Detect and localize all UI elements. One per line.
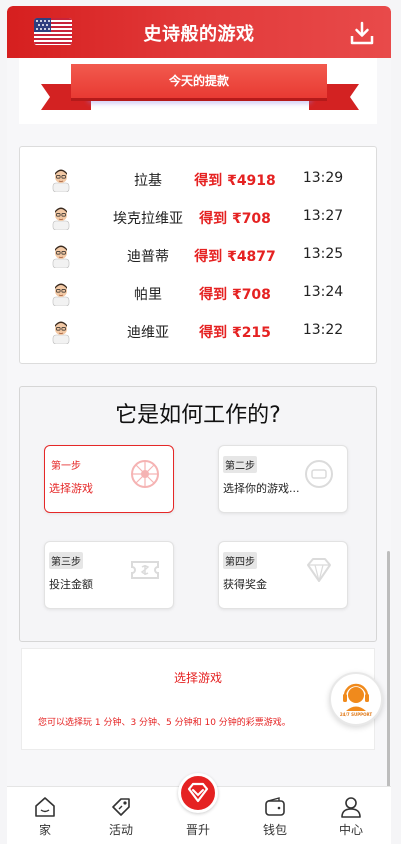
game-description: 选择游戏 您可以选择玩 1 分钟、3 分钟、5 分钟和 10 分钟的彩票游戏。 xyxy=(21,648,375,750)
avatar xyxy=(52,207,70,230)
list-item: 迪维亚 得到 ₹215 13:22 xyxy=(20,313,378,351)
step-3-card[interactable]: 第三步 投注金额 xyxy=(44,541,174,609)
withdraw-amount: 得到 ₹4918 xyxy=(194,173,276,189)
support-button[interactable]: 24/7 SUPPORT xyxy=(329,672,383,726)
step-label: 选择游戏 xyxy=(49,482,93,495)
page-title: 史诗般的游戏 xyxy=(143,24,255,45)
tab-label: 中心 xyxy=(338,823,363,837)
step-label: 投注金额 xyxy=(49,578,93,591)
support-label: 24/7 SUPPORT xyxy=(339,712,373,717)
list-item: 埃克拉维亚 得到 ₹708 13:27 xyxy=(20,199,378,237)
tab-wallet[interactable]: 钱包 xyxy=(237,787,313,844)
withdraw-name: 帕里 xyxy=(134,287,162,303)
list-item: 迪普蒂 得到 ₹4877 13:25 xyxy=(20,237,378,275)
withdraw-time: 13:25 xyxy=(302,246,344,262)
download-icon xyxy=(350,21,374,45)
withdraw-amount: 得到 ₹215 xyxy=(199,325,271,341)
step-badge: 第四步 xyxy=(223,552,257,569)
avatar xyxy=(52,169,70,192)
withdraw-time: 13:27 xyxy=(302,208,344,224)
description-text: 您可以选择玩 1 分钟、3 分钟、5 分钟和 10 分钟的彩票游戏。 xyxy=(38,718,291,728)
tab-label: 钱包 xyxy=(262,823,287,837)
wheel-icon xyxy=(131,460,159,488)
banner-label: 今天的提款 xyxy=(71,64,327,98)
withdraw-time: 13:24 xyxy=(302,284,344,300)
bottom-tab-bar: 家 活动 晋升 钱包 中心 xyxy=(7,773,391,844)
section-title: 它是如何工作的? xyxy=(115,403,281,428)
tab-center[interactable]: 中心 xyxy=(313,787,389,844)
home-icon xyxy=(35,797,55,817)
ticket-icon xyxy=(131,561,159,579)
tab-promotion[interactable]: 晋升 xyxy=(160,773,236,844)
withdraw-name: 迪维亚 xyxy=(127,325,169,341)
tab-home[interactable]: 家 xyxy=(7,787,83,844)
app-header: 史诗般的游戏 xyxy=(7,6,391,58)
step-label: 选择你的游戏... xyxy=(223,482,300,495)
description-title: 选择游戏 xyxy=(173,671,222,685)
avatar xyxy=(52,245,70,268)
timer-icon xyxy=(305,460,333,488)
step-badge: 第二步 xyxy=(223,456,257,473)
tab-activity[interactable]: 活动 xyxy=(83,787,159,844)
withdraw-name: 埃克拉维亚 xyxy=(113,211,183,227)
withdraw-amount: 得到 ₹708 xyxy=(199,211,271,227)
promotion-button xyxy=(178,773,218,813)
step-4-card[interactable]: 第四步 获得奖金 xyxy=(218,541,348,609)
withdraw-amount: 得到 ₹4877 xyxy=(194,249,276,265)
download-button[interactable] xyxy=(349,20,375,46)
withdraw-banner: 今天的提款 xyxy=(19,58,377,124)
scrollbar[interactable] xyxy=(387,551,390,791)
tab-label: 家 xyxy=(38,823,51,837)
withdraw-time: 13:29 xyxy=(302,170,344,186)
how-it-works-section: 它是如何工作的? 第一步 选择游戏 第二步 选择你的游戏... 第三步 投注金额 xyxy=(19,386,377,642)
tag-icon xyxy=(112,798,130,816)
diamond-icon xyxy=(187,782,209,803)
list-item: 拉基 得到 ₹4918 13:29 xyxy=(20,161,378,199)
user-icon xyxy=(341,797,361,818)
step-label: 获得奖金 xyxy=(223,578,267,591)
step-badge: 第一步 xyxy=(51,461,81,472)
withdraw-time: 13:22 xyxy=(302,322,344,338)
withdraw-name: 拉基 xyxy=(134,173,162,189)
step-2-card[interactable]: 第二步 选择你的游戏... xyxy=(218,445,348,513)
avatar xyxy=(52,283,70,306)
withdraw-name: 迪普蒂 xyxy=(127,249,169,265)
withdraw-amount: 得到 ₹708 xyxy=(199,287,271,303)
tab-label: 晋升 xyxy=(185,823,210,837)
step-1-card[interactable]: 第一步 选择游戏 xyxy=(44,445,174,513)
avatar xyxy=(52,321,70,344)
list-item: 帕里 得到 ₹708 13:24 xyxy=(20,275,378,313)
tab-label: 活动 xyxy=(108,823,133,837)
diamond-icon xyxy=(307,558,331,582)
wallet-icon xyxy=(265,797,285,816)
app-screen: 史诗般的游戏 今天的提款 拉基 得到 ₹4918 13:29 埃克拉维亚 得到 … xyxy=(7,6,391,844)
withdrawals-list: 拉基 得到 ₹4918 13:29 埃克拉维亚 得到 ₹708 13:27 迪普… xyxy=(19,146,377,364)
step-badge: 第三步 xyxy=(49,552,83,569)
